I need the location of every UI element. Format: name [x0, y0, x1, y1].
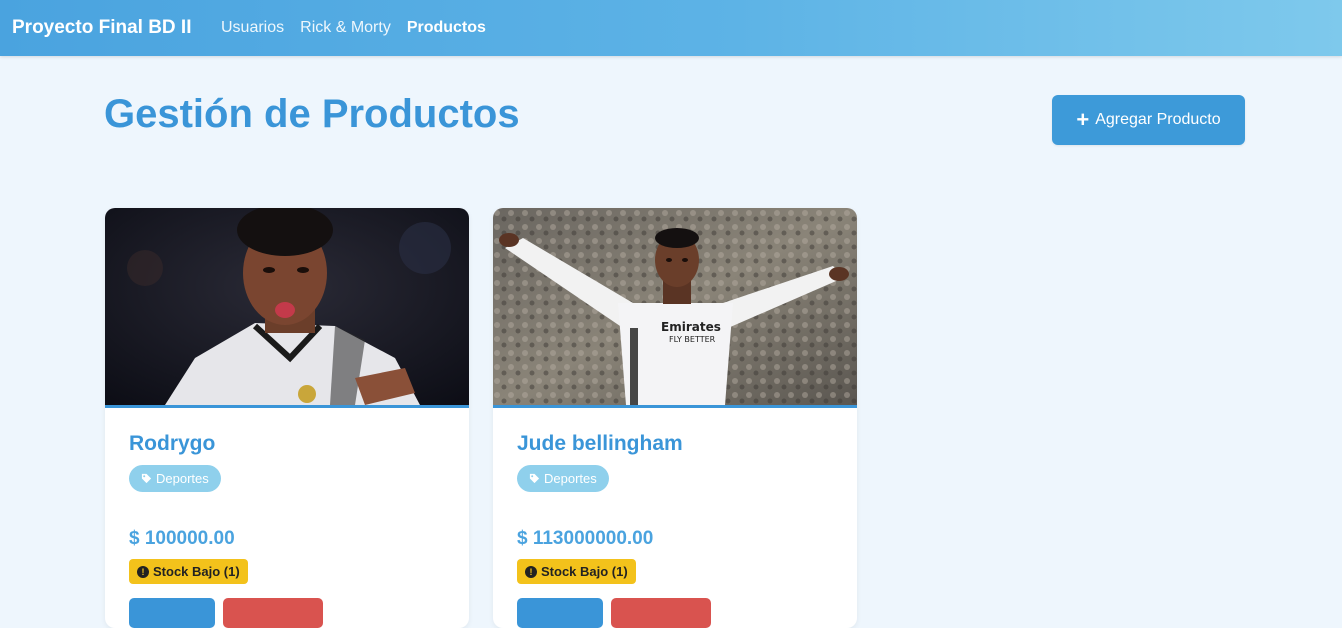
- nav-link-rick-morty[interactable]: Rick & Morty: [300, 18, 391, 38]
- product-card: Rodrygo Deportes $ 100000.00 ! Stock Baj…: [105, 208, 469, 628]
- category-badge: Deportes: [129, 465, 221, 492]
- tag-icon: [529, 473, 540, 484]
- page-title: Gestión de Productos: [104, 92, 520, 136]
- plus-icon: +: [1076, 107, 1090, 132]
- edit-button[interactable]: [129, 598, 215, 628]
- top-navbar: Proyecto Final BD II Usuarios Rick & Mor…: [0, 0, 1342, 56]
- delete-button[interactable]: [611, 598, 711, 628]
- svg-text:FLY BETTER: FLY BETTER: [669, 335, 716, 344]
- product-image: Emirates FLY BETTER: [493, 208, 857, 405]
- product-name[interactable]: Jude bellingham: [517, 432, 683, 456]
- stock-label: Stock Bajo (1): [541, 564, 628, 579]
- category-label: Deportes: [544, 471, 597, 486]
- exclamation-circle-icon: !: [137, 565, 149, 578]
- brand-link[interactable]: Proyecto Final BD II: [12, 17, 191, 39]
- product-price: $ 100000.00: [129, 528, 235, 549]
- category-label: Deportes: [156, 471, 209, 486]
- nav-link-productos[interactable]: Productos: [407, 18, 486, 38]
- product-price: $ 113000000.00: [517, 528, 654, 549]
- stock-badge: ! Stock Bajo (1): [129, 559, 248, 584]
- exclamation-circle-icon: !: [525, 565, 537, 578]
- tag-icon: [141, 473, 152, 484]
- nav-link-usuarios[interactable]: Usuarios: [221, 18, 284, 38]
- stock-label: Stock Bajo (1): [153, 564, 240, 579]
- svg-text:Emirates: Emirates: [661, 320, 721, 334]
- edit-button[interactable]: [517, 598, 603, 628]
- add-product-label: Agregar Producto: [1095, 111, 1221, 128]
- product-image: [105, 208, 469, 405]
- image-divider: [493, 405, 857, 408]
- add-product-button[interactable]: + Agregar Producto: [1052, 95, 1245, 145]
- category-badge: Deportes: [517, 465, 609, 492]
- delete-button[interactable]: [223, 598, 323, 628]
- nav-links: Usuarios Rick & Morty Productos: [221, 18, 486, 38]
- product-card: Emirates FLY BETTER Jude bellingham Depo…: [493, 208, 857, 628]
- product-name[interactable]: Rodrygo: [129, 432, 215, 456]
- image-divider: [105, 405, 469, 408]
- stock-badge: ! Stock Bajo (1): [517, 559, 636, 584]
